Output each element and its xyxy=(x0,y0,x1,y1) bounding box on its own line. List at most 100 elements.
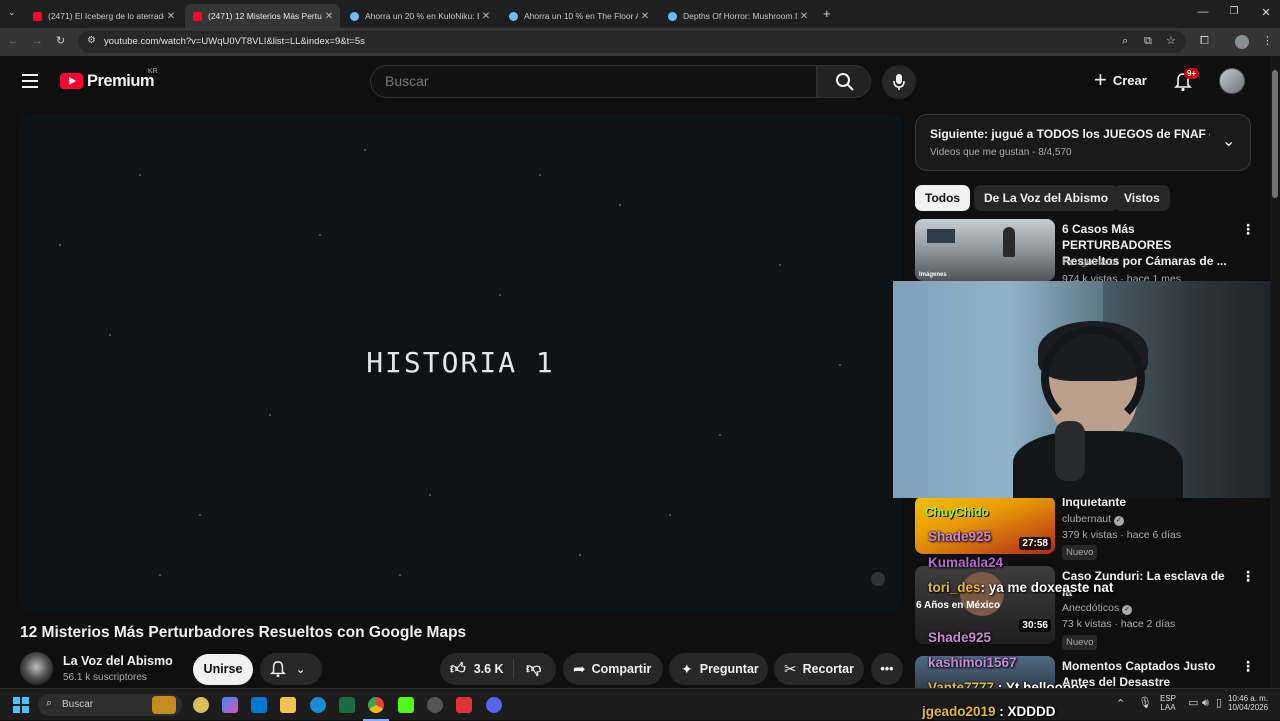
file-explorer-icon[interactable] xyxy=(280,697,296,713)
omnibox[interactable]: ⚙ youtube.com/watch?v=UWqU0VT8VLI&list=L… xyxy=(78,31,1186,53)
more-vertical-icon[interactable]: ⋮ xyxy=(1241,658,1255,675)
more-vertical-icon[interactable]: ⋮ xyxy=(1241,221,1255,238)
search-button[interactable] xyxy=(817,65,871,98)
microphone-icon xyxy=(1055,421,1085,481)
chip-vistos[interactable]: Vistos xyxy=(1114,185,1170,211)
back-icon[interactable]: ← xyxy=(8,36,19,47)
extensions-icon[interactable]: ⧠ xyxy=(1200,36,1209,47)
url-text[interactable]: youtube.com/watch?v=UWqU0VT8VLI&list=LL&… xyxy=(104,36,365,47)
chip-channel[interactable]: De La Voz del Abismo xyxy=(974,185,1119,211)
voice-search-button[interactable] xyxy=(882,65,916,99)
channel-avatar[interactable] xyxy=(20,652,53,685)
app-icon[interactable] xyxy=(193,697,209,713)
window-close-icon[interactable]: ✕ xyxy=(1256,6,1276,19)
clock[interactable]: 10:46 a. m. 10/04/2026 xyxy=(1228,694,1268,712)
new-tab-icon[interactable]: + xyxy=(823,7,831,20)
youtube-logo-icon[interactable] xyxy=(60,73,83,89)
hamburger-menu-icon[interactable] xyxy=(22,74,38,88)
tab-4[interactable]: Depths Of Horror: Mushroom D ✕ xyxy=(660,4,815,28)
chat-username: Kumalala24 xyxy=(928,555,1004,570)
chat-message: Shade925 xyxy=(928,529,991,544)
channel-name[interactable]: La Voz del Abismo xyxy=(63,654,173,668)
more-vertical-icon[interactable]: ⋮ xyxy=(1241,568,1255,585)
tab-title: (2471) El Iceberg de lo aterrador xyxy=(48,11,164,21)
video-player[interactable]: HISTORIA 1 xyxy=(19,114,902,611)
chrome-icon[interactable] xyxy=(368,697,384,713)
scrollbar-thumb[interactable] xyxy=(1272,70,1278,198)
recommendation-item[interactable]: Imágenes 6 Casos Más PERTURBADORES Resue… xyxy=(915,219,1255,285)
minimize-icon[interactable]: — xyxy=(1193,6,1213,18)
tray-chevron-icon[interactable]: ⌃ xyxy=(1116,699,1125,710)
chevron-down-icon[interactable]: ⌄ xyxy=(1222,131,1235,151)
store-icon[interactable] xyxy=(251,697,267,713)
ask-button[interactable]: ✦ Preguntar xyxy=(669,653,768,685)
excel-icon[interactable] xyxy=(339,697,355,713)
rec-channel[interactable]: Anecdóticos ✓ xyxy=(1062,602,1133,615)
copilot-icon[interactable] xyxy=(222,697,238,713)
windows-start-icon[interactable] xyxy=(13,697,29,713)
like-button[interactable]: 👍︎ 3.6 K xyxy=(440,659,514,679)
join-button[interactable]: Unirse xyxy=(193,654,253,685)
volume-icon[interactable]: 🔊︎ xyxy=(1202,698,1209,709)
bookmark-star-icon[interactable]: ☆ xyxy=(1166,36,1176,47)
video-thumbnail[interactable]: ChuyChido 27:58 xyxy=(915,496,1055,554)
restore-icon[interactable]: ❐ xyxy=(1224,6,1244,17)
playlist-next-panel[interactable]: Siguiente: jugué a TODOS los JUEGOS de F… xyxy=(915,114,1251,171)
rec-channel[interactable]: clubernaut ✓ xyxy=(1062,513,1124,526)
search-highlight-icon xyxy=(152,696,176,714)
close-icon[interactable]: ✕ xyxy=(322,11,336,22)
video-caption: HISTORIA 1 xyxy=(366,346,555,379)
tab-0[interactable]: (2471) El Iceberg de lo aterrador ✕ xyxy=(25,4,182,28)
profile-avatar[interactable] xyxy=(1235,35,1249,49)
create-button[interactable]: + Crear xyxy=(1094,69,1147,91)
subscriber-count: 56.1 k suscriptores xyxy=(63,672,147,683)
tab-1[interactable]: (2471) 12 Misterios Más Perturbadores ✕ xyxy=(185,4,340,28)
playlist-info: Videos que me gustan - 8/4,570 xyxy=(930,147,1072,158)
thumbnail-text: Imágenes xyxy=(919,272,947,278)
logo-text[interactable]: Premium xyxy=(87,72,155,91)
install-icon[interactable]: ⧉ xyxy=(1144,36,1152,47)
tab-3[interactable]: Ahorra un 10 % en The Floor A ✕ xyxy=(501,4,656,28)
close-icon[interactable]: ✕ xyxy=(797,11,811,22)
app-icon[interactable] xyxy=(456,697,472,713)
steam-icon xyxy=(350,11,359,21)
search-box[interactable] xyxy=(370,65,817,98)
close-icon[interactable]: ✕ xyxy=(479,11,493,22)
language-indicator[interactable]: ESP LAA xyxy=(1160,694,1176,712)
chip-todos[interactable]: Todos xyxy=(915,185,971,211)
battery-icon[interactable]: ▯ xyxy=(1216,698,1222,709)
discord-icon[interactable] xyxy=(486,697,502,713)
tab-search-icon[interactable]: ⌄ xyxy=(8,8,16,17)
channel-watermark-icon[interactable] xyxy=(871,572,885,586)
share-button[interactable]: ➦ Compartir xyxy=(563,653,663,685)
close-icon[interactable]: ✕ xyxy=(164,11,178,22)
forward-icon[interactable]: → xyxy=(32,36,43,47)
taskbar-search-label: Buscar xyxy=(62,699,94,710)
site-info-icon[interactable]: ⚙ xyxy=(87,36,96,46)
edge-icon[interactable] xyxy=(310,697,326,713)
taskbar-search[interactable]: ⌕ Buscar xyxy=(38,694,182,716)
steam-icon xyxy=(668,11,677,21)
account-avatar[interactable] xyxy=(1219,68,1245,94)
network-icon[interactable]: ▭ xyxy=(1188,698,1198,709)
rec-channel[interactable]: Penguinator xyxy=(1062,256,1119,268)
zoom-icon[interactable]: ⌕ xyxy=(1122,36,1128,47)
mic-tray-icon[interactable]: 🎙︎ xyxy=(1138,698,1152,709)
obs-icon[interactable] xyxy=(427,697,443,713)
page-scrollbar[interactable] xyxy=(1270,56,1280,688)
subscription-bell-button[interactable]: ⌄ xyxy=(260,653,322,685)
kick-icon[interactable] xyxy=(398,697,414,713)
ask-label: Preguntar xyxy=(699,662,759,676)
like-dislike-group: 👍︎ 3.6 K 👎︎ xyxy=(440,653,556,685)
more-actions-button[interactable]: ••• xyxy=(871,653,903,685)
search-input[interactable] xyxy=(385,73,785,89)
dislike-button[interactable]: 👎︎ xyxy=(514,660,541,678)
close-icon[interactable]: ✕ xyxy=(638,11,652,22)
recommendation-item[interactable]: ChuyChido 27:58 Inquietante clubernaut ✓… xyxy=(915,495,1255,560)
notifications-button[interactable]: 9+ xyxy=(1174,68,1200,97)
video-thumbnail[interactable]: Imágenes xyxy=(915,219,1055,281)
clip-button[interactable]: ✂ Recortar xyxy=(774,653,864,685)
menu-kebab-icon[interactable]: ⋮ xyxy=(1262,36,1273,47)
reload-icon[interactable]: ↻ xyxy=(56,36,65,47)
tab-2[interactable]: Ahorra un 20 % en KuloNiku: B ✕ xyxy=(342,4,497,28)
